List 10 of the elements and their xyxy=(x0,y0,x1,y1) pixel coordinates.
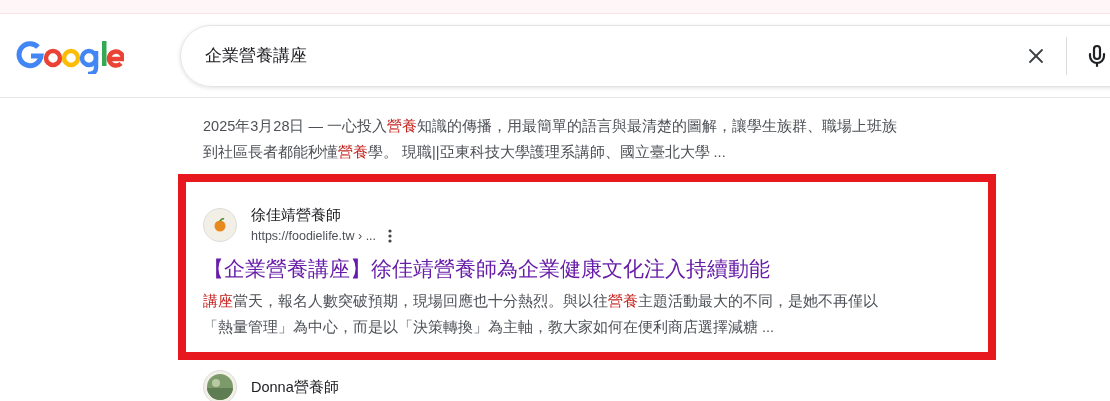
site-name: Donna營養師 xyxy=(251,378,339,397)
result-url[interactable]: https://foodielife.tw › ... xyxy=(251,226,377,246)
more-options-icon[interactable] xyxy=(388,229,393,243)
result-snippet: 2025年3月28日 — 一心投入營養知識的傳播，用最簡單的語言與最清楚的圖解，讓學生族群、職場上班族 xyxy=(203,117,898,136)
result-title[interactable]: 【企業營養講座】徐佳靖營養師為企業健康文化注入持續動能 xyxy=(203,254,988,284)
fruit-icon xyxy=(213,218,227,232)
result-snippet: 「熱量管理」為中心，而是以「決策轉換」為主軸，教大家如何在便利商店選擇減糖 ... xyxy=(203,318,776,337)
result-snippet: 講座當天，報名人數突破預期，現場回應也十分熱烈。與以往營養主題活動最大的不同，是她不再僅以 xyxy=(203,292,879,311)
result-snippet: 到社區長者都能秒懂營養學。 現職||亞東科技大學護理系講師、國立臺北大學 ... xyxy=(203,143,727,162)
site-name: 徐佳靖營養師 xyxy=(251,206,342,225)
